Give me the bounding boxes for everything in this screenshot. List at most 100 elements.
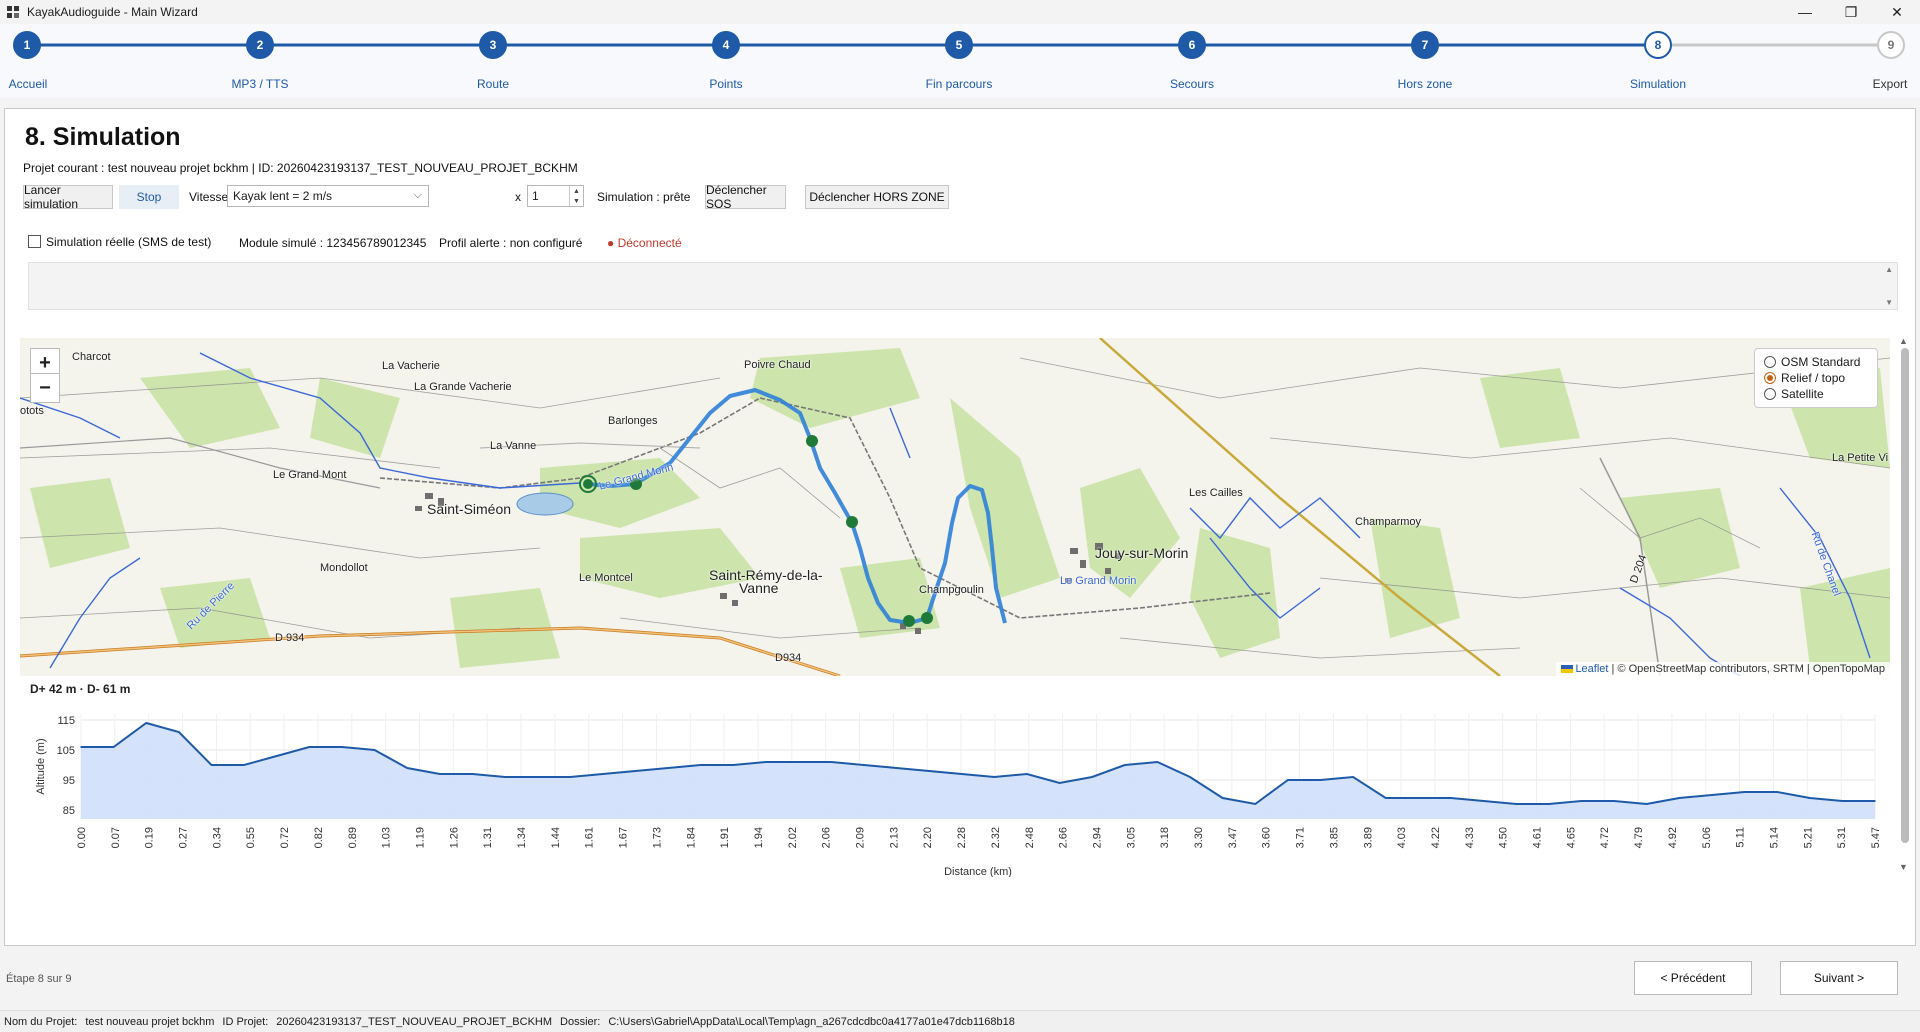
panel-scrollbar[interactable]: ▲ ▼ [1899,336,1909,872]
speed-select[interactable]: Kayak lent = 2 m/s ⌵ [227,185,429,207]
radio-icon[interactable] [1764,356,1776,368]
title-bar: KayakAudioguide - Main Wizard — ❐ ✕ [0,0,1920,24]
start-simulation-button[interactable]: Lancer simulation [23,183,113,211]
step-label[interactable]: MP3 / TTS [231,77,288,91]
elevation-point [1221,797,1224,799]
x-tick-label: 4.79 [1633,827,1645,848]
scroll-up-icon[interactable]: ▲ [1885,265,1893,274]
x-tick-label: 2.20 [922,827,934,848]
zoom-out-button[interactable]: − [30,373,60,403]
x-tick-label: 5.11 [1735,827,1747,848]
radio-icon[interactable] [1764,388,1776,400]
trigger-sos-button[interactable]: Déclencher SOS [705,183,786,211]
map-view[interactable]: Charcot La Vacherie La Grande Vacherie o… [20,338,1890,676]
x-tick-label: 1.44 [550,827,562,848]
step-label[interactable]: Secours [1170,77,1214,91]
x-tick-label: 4.50 [1498,827,1510,848]
real-simulation-checkbox[interactable] [28,235,41,248]
status-bar: Nom du Projet: test nouveau projet bckhm… [0,1010,1920,1032]
y-tick-label: 95 [63,775,75,787]
elevation-point [1776,791,1778,793]
place-label: Charcot [72,351,111,363]
elevation-chart: 85 95 105 115 0.00 0.07 0.19 0.27 0.34 0.55 0.72 0.… [35,714,1882,877]
log-textbox[interactable]: ▲ ▼ [28,262,1898,310]
x-tick-label: 3.47 [1227,827,1239,848]
elevation-point [1580,800,1583,802]
elevation-point [732,764,735,766]
scroll-thumb[interactable] [1901,348,1909,843]
minimize-icon[interactable]: — [1782,0,1828,24]
x-tick-label: 2.13 [888,827,900,848]
x-tick-label: 4.61 [1532,827,1544,848]
leaflet-link[interactable]: Leaflet [1575,663,1608,675]
previous-button[interactable]: < Précédent [1634,961,1752,995]
x-tick-label: 3.60 [1261,827,1273,848]
elevation-point [1123,764,1126,766]
place-label: Jouy-sur-Morin [1095,545,1189,561]
flag-icon [1561,665,1574,674]
connection-status: ● Déconnecté [607,236,682,250]
elevation-point [1482,800,1485,802]
place-label: La Vanne [490,440,537,452]
step-label[interactable]: Points [709,77,742,91]
radio-selected-icon[interactable] [1764,372,1776,384]
elevation-point [1156,761,1159,763]
x-tick-label: 5.31 [1836,827,1848,848]
elevation-point [1384,797,1387,799]
step-label[interactable]: Fin parcours [926,77,993,91]
elevation-point [895,767,898,769]
step-label[interactable]: Route [477,77,509,91]
x-tick-label: 5.14 [1768,827,1780,848]
scroll-down-icon[interactable]: ▼ [1885,298,1893,307]
x-tick-label: 4.22 [1430,827,1442,848]
elevation-point [275,755,278,757]
elevation-point [439,773,441,775]
close-icon[interactable]: ✕ [1874,0,1920,24]
simulation-status: Simulation : prête [597,190,691,204]
step-label[interactable]: Simulation [1630,77,1686,91]
elevation-point [634,770,637,772]
elevation-point [1417,797,1420,799]
step-number: 5 [956,38,963,52]
wizard-stepper: 1 2 3 4 5 6 7 8 9 Accueil MP3 / TTS Route Points Fin… [0,24,1920,98]
elevation-point [406,767,408,769]
app-icon [6,5,20,19]
elevation-point [1515,803,1517,805]
spin-arrows-icon[interactable]: ▲ ▼ [569,186,583,206]
layer-satellite[interactable]: Satellite [1764,386,1868,402]
stop-button[interactable]: Stop [119,185,179,209]
multiplier-stepper[interactable]: 1 ▲ ▼ [527,185,584,207]
page-title: 8. Simulation [25,123,181,151]
x-tick-label: 4.33 [1464,827,1476,848]
scroll-up-icon[interactable]: ▲ [1899,336,1908,346]
step-label[interactable]: Accueil [9,77,48,91]
elevation-point [1711,794,1713,796]
x-tick-label: 0.89 [347,827,359,848]
x-tick-label: 1.73 [651,827,663,848]
next-button[interactable]: Suivant > [1780,961,1898,995]
elevation-point [1874,800,1876,802]
trigger-hors-zone-button[interactable]: Déclencher HORS ZONE [805,185,949,209]
x-tick-label: 0.00 [76,827,88,848]
x-tick-label: 0.82 [313,827,325,848]
maximize-icon[interactable]: ❐ [1828,0,1874,24]
elevation-point [145,722,148,724]
elevation-point [1645,803,1648,805]
x-tick-label: 2.09 [855,827,867,848]
step-label[interactable]: Export [1873,77,1908,91]
x-tick-label: 2.48 [1024,827,1036,848]
wizard-footer: Étape 8 sur 9 < Précédent Suivant > [0,946,1920,1010]
layer-relief-topo[interactable]: Relief / topo [1764,370,1868,386]
elevation-point [1548,803,1550,805]
x-tick-label: 2.06 [821,827,833,848]
place-label: La Vacherie [382,360,440,372]
x-tick-label: 1.19 [414,827,426,848]
place-label: Le Montcel [579,572,633,584]
place-label: La Petite Vi [1832,452,1889,464]
layer-osm-standard[interactable]: OSM Standard [1764,354,1868,370]
topo-map [20,338,1890,676]
step-number: 2 [257,38,264,52]
step-label[interactable]: Hors zone [1398,77,1453,91]
elevation-point [341,746,343,748]
scroll-down-icon[interactable]: ▼ [1899,862,1908,872]
